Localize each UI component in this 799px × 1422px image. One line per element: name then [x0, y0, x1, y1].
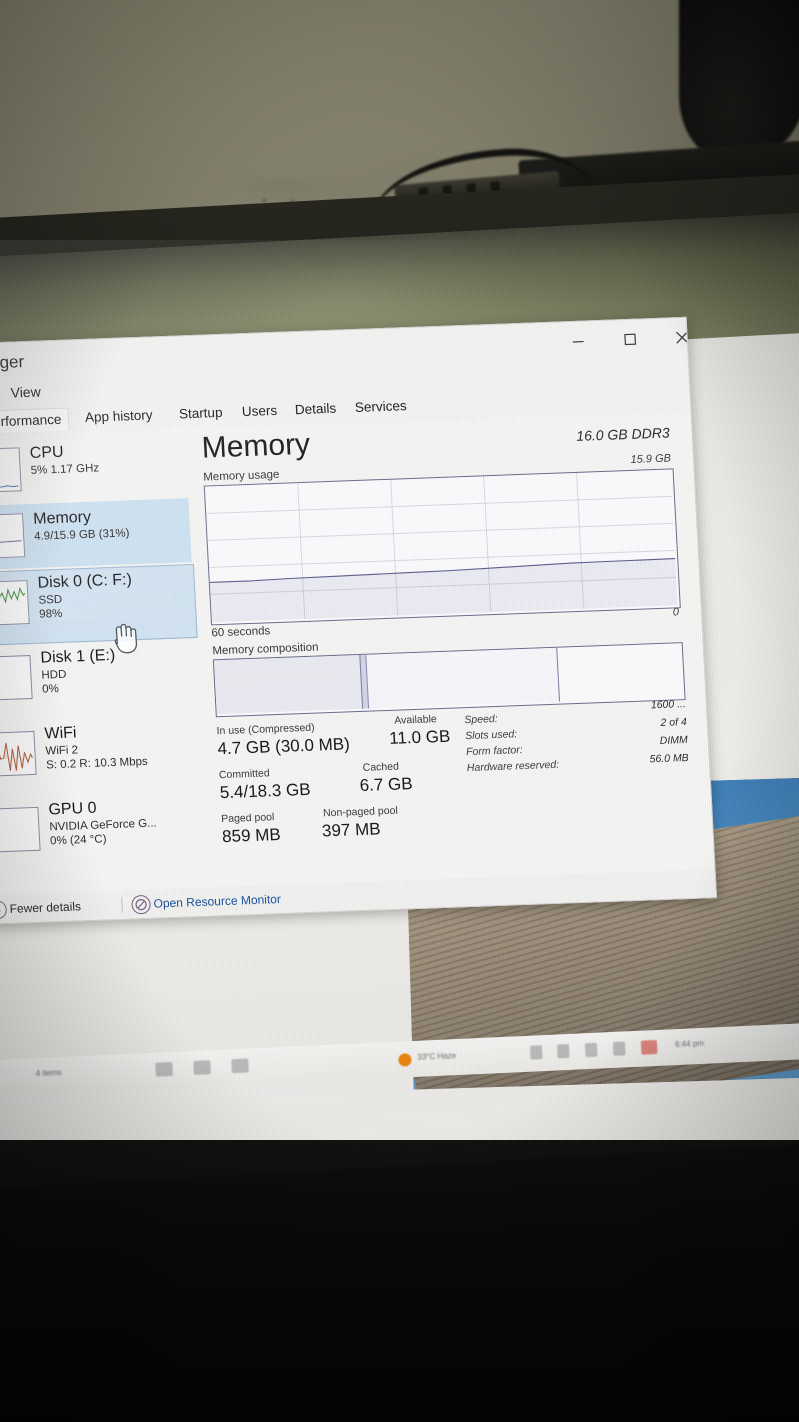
tab-performance[interactable]: Performance: [0, 407, 70, 434]
taskbar-button[interactable]: [231, 1058, 249, 1074]
photo-of-monitor-scene: 4 items 33°C Haze 6:44 pm Manager View P…: [0, 0, 799, 1422]
sidebar-item-memory[interactable]: Memory 4.9/15.9 GB (31%): [0, 498, 192, 571]
taskbar-clock[interactable]: 6:44 pm: [675, 1039, 704, 1049]
gpu0-thumbnail-graph: [0, 806, 41, 853]
desk-area: MONI: [0, 1140, 799, 1422]
stat-label-available: Available: [393, 713, 438, 727]
tray-icon[interactable]: [640, 1039, 658, 1055]
tab-startup[interactable]: Startup: [171, 402, 230, 425]
memory-usage-max-label: 15.9 GB: [630, 452, 672, 466]
tab-details[interactable]: Details: [287, 397, 343, 420]
memory-hardware-summary: 16.0 GB DDR3: [575, 424, 671, 444]
sidebar-disk1-name: Disk 1 (E:): [40, 646, 116, 667]
cpu-thumbnail-graph: [0, 447, 22, 494]
stat-label-in-use: In use (Compressed): [216, 721, 315, 738]
memory-usage-label: Memory usage: [203, 468, 280, 484]
detail-value-form-factor: DIMM: [659, 734, 689, 748]
stat-label-cached: Cached: [362, 760, 400, 774]
stat-label-committed: Committed: [218, 767, 270, 782]
sidebar-item-wifi[interactable]: WiFi WiFi 2 S: 0.2 R: 10.3 Mbps: [0, 716, 204, 796]
hand-cursor: [105, 619, 141, 657]
fewer-details-button[interactable]: Fewer details: [9, 899, 81, 916]
stat-value-paged-pool: 859 MB: [221, 824, 282, 847]
tray-icon[interactable]: [556, 1043, 570, 1059]
sidebar-gpu0-usage: 0% (24 °C): [49, 833, 107, 848]
dark-object: [679, 0, 799, 160]
sidebar-item-cpu[interactable]: CPU 5% 1.17 GHz: [0, 432, 188, 504]
sidebar-item-gpu0[interactable]: GPU 0 NVIDIA GeForce G... 0% (24 °C): [0, 792, 208, 872]
minimize-button[interactable]: [554, 325, 602, 357]
taskbar-button[interactable]: [155, 1061, 173, 1077]
resource-sidebar[interactable]: CPU 5% 1.17 GHz Memory 4.9/15.9 GB (31%)…: [0, 428, 209, 897]
detail-label-speed: Speed:: [464, 712, 498, 727]
tab-services[interactable]: Services: [347, 395, 414, 418]
sidebar-disk0-usage: 98%: [38, 607, 63, 621]
tray-icon[interactable]: [529, 1045, 543, 1060]
memory-usage-graph: [203, 468, 681, 626]
tab-users[interactable]: Users: [234, 400, 284, 423]
sidebar-disk1-usage: 0%: [41, 683, 60, 696]
chevron-up-icon: [0, 900, 8, 920]
sidebar-cpu-sub: 5% 1.17 GHz: [30, 462, 100, 477]
memory-stats-left: In use (Compressed) 4.7 GB (30.0 MB) Ava…: [216, 713, 466, 846]
disk1-thumbnail-graph: [0, 655, 33, 702]
detail-value-slots: 2 of 4: [660, 716, 688, 729]
stat-value-cached: 6.7 GB: [359, 774, 414, 796]
wifi-thumbnail-graph: [0, 730, 37, 778]
sidebar-cpu-name: CPU: [29, 443, 65, 462]
stat-value-non-paged-pool: 397 MB: [321, 819, 382, 841]
taskbar-button[interactable]: [193, 1060, 211, 1075]
sidebar-wifi-throughput: S: 0.2 R: 10.3 Mbps: [45, 755, 149, 772]
stat-value-in-use: 4.7 GB (30.0 MB): [217, 734, 351, 759]
memory-thumbnail-graph: [0, 513, 26, 560]
memory-usage-xaxis-label: 60 seconds: [211, 625, 271, 640]
memory-usage-min-label: 0: [672, 606, 680, 619]
tray-icon[interactable]: [612, 1041, 626, 1056]
detail-label-hardware-reserved: Hardware reserved:: [466, 758, 560, 775]
taskbar-label: 4 items: [35, 1068, 62, 1079]
window-title: Manager: [0, 352, 25, 374]
tray-icon[interactable]: [584, 1042, 598, 1058]
memory-detail-panel: Memory 16.0 GB DDR3 Memory usage 15.9 GB: [187, 410, 715, 888]
stat-value-available: 11.0 GB: [388, 726, 451, 748]
detail-value-hardware-reserved: 56.0 MB: [649, 751, 689, 766]
taskbar-weather-label: 33°C Haze: [417, 1051, 457, 1062]
open-resource-monitor-link[interactable]: Open Resource Monitor: [153, 892, 281, 911]
taskbar-weather-icon[interactable]: [398, 1053, 412, 1067]
sidebar-disk0-name: Disk 0 (C: F:): [37, 571, 133, 592]
tab-app-history[interactable]: App history: [77, 404, 160, 428]
stat-value-committed: 5.4/18.3 GB: [219, 779, 312, 803]
memory-composition-label: Memory composition: [212, 641, 319, 658]
sidebar-item-disk0[interactable]: Disk 0 (C: F:) SSD 98%: [0, 563, 198, 647]
detail-label-slots: Slots used:: [464, 728, 518, 743]
resource-monitor-icon: [131, 894, 152, 915]
maximize-button[interactable]: [606, 323, 654, 355]
menu-view[interactable]: View: [10, 384, 41, 401]
page-title: Memory: [200, 427, 311, 465]
wall-smudge: [210, 172, 340, 198]
stat-label-paged-pool: Paged pool: [220, 811, 275, 826]
sidebar-item-disk1[interactable]: Disk 1 (E:) HDD 0%: [0, 640, 200, 720]
detail-label-form-factor: Form factor:: [465, 744, 523, 759]
memory-details-right: Speed: 1600 ... Slots used: 2 of 4 Form …: [464, 698, 694, 774]
sidebar-memory-sub: 4.9/15.9 GB (31%): [33, 527, 130, 543]
detail-value-speed: 1600 ...: [650, 698, 687, 712]
stat-label-non-paged-pool: Non-paged pool: [322, 804, 399, 820]
statusbar-divider: [121, 896, 123, 913]
disk0-thumbnail-graph: [0, 580, 30, 627]
